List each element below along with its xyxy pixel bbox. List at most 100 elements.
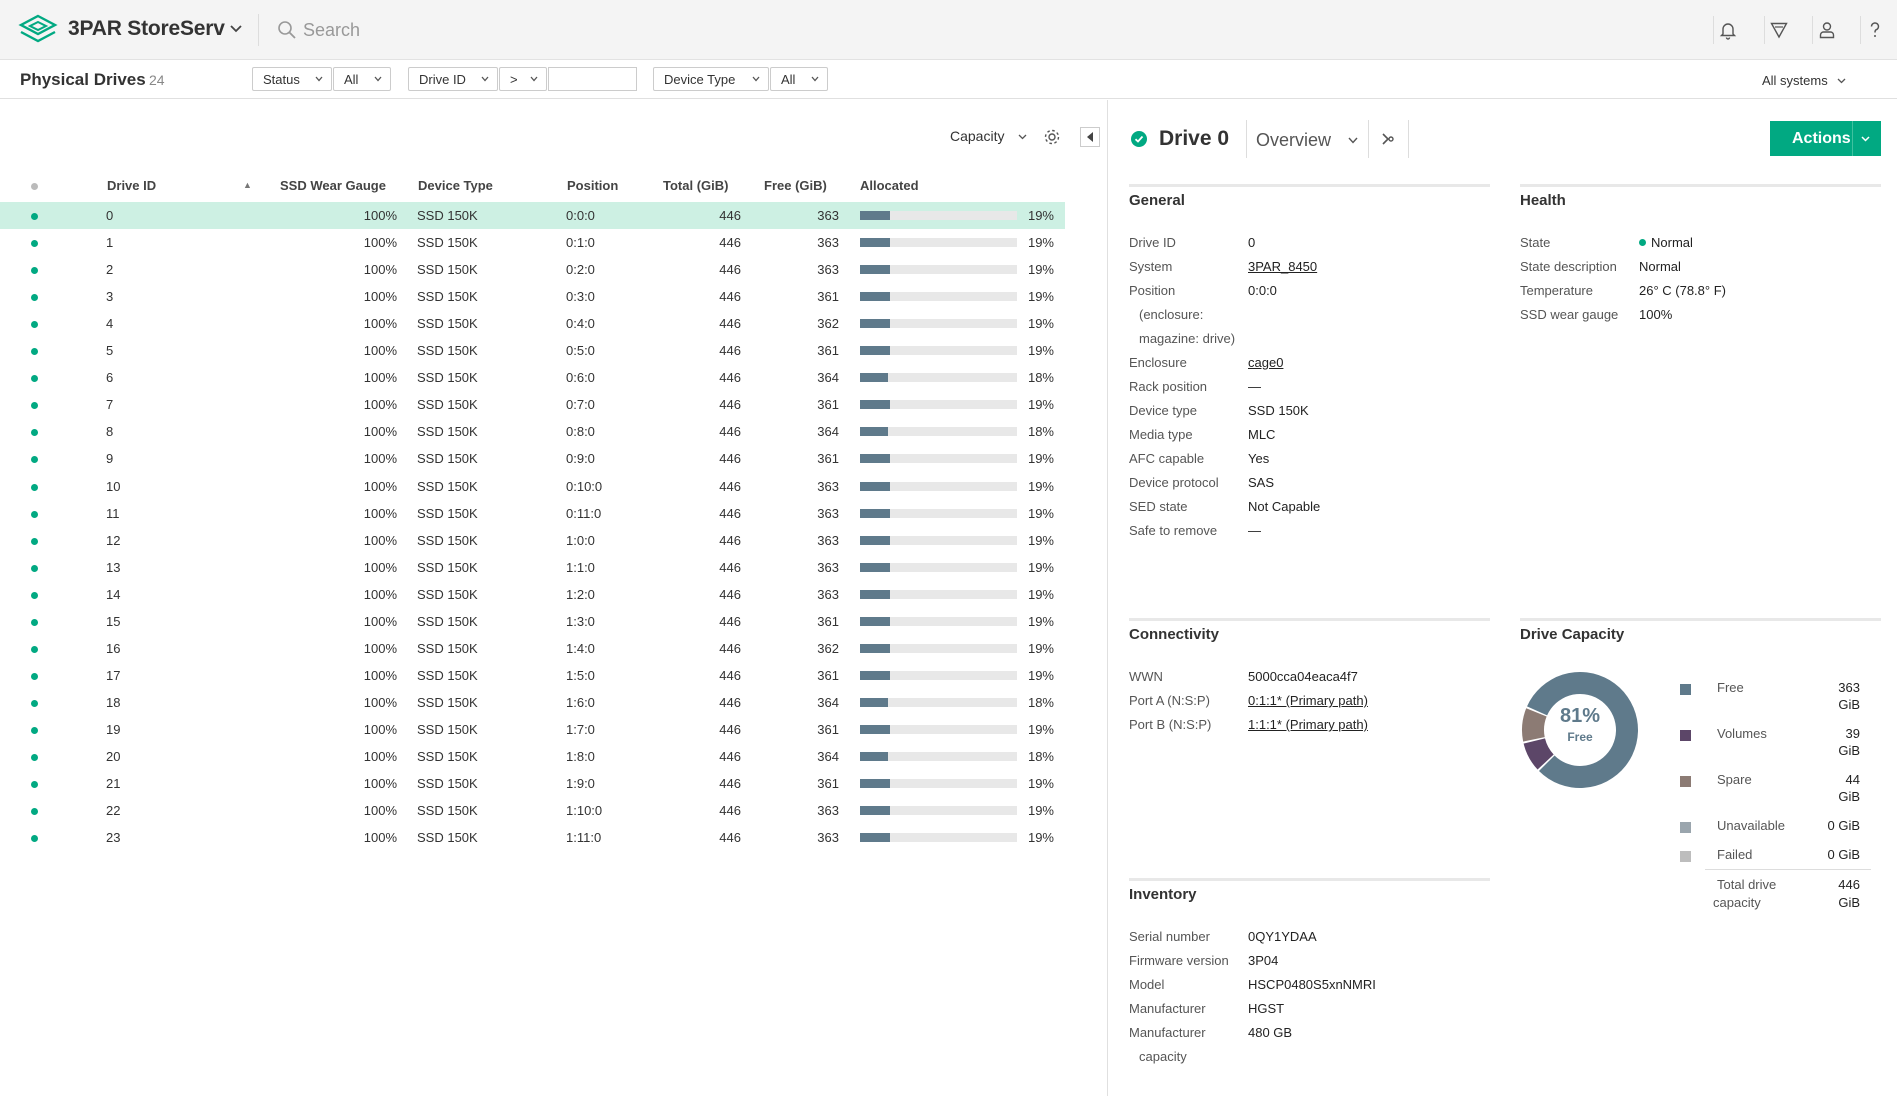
table-row[interactable]: 18 100% SSD 150K 1:6:0 446 364 18%: [0, 689, 1065, 716]
collapse-pane-button[interactable]: [1080, 127, 1100, 147]
chevron-down-icon[interactable]: [1348, 137, 1358, 144]
chevron-down-icon[interactable]: [1861, 136, 1870, 142]
chevron-down-icon: [811, 76, 819, 82]
chevron-down-icon[interactable]: [1837, 78, 1846, 84]
table-row[interactable]: 1 100% SSD 150K 0:1:0 446 363 19%: [0, 229, 1065, 256]
table-row[interactable]: 5 100% SSD 150K 0:5:0 446 361 19%: [0, 337, 1065, 364]
table-row[interactable]: 6 100% SSD 150K 0:6:0 446 364 18%: [0, 364, 1065, 391]
search-input[interactable]: [303, 16, 663, 44]
column-header-free[interactable]: Free (GiB): [764, 178, 827, 193]
table-row[interactable]: 19 100% SSD 150K 1:7:0 446 361 19%: [0, 716, 1065, 743]
status-value-select[interactable]: All: [333, 67, 391, 91]
property-link[interactable]: 3PAR_8450: [1248, 259, 1317, 274]
property-link[interactable]: 1:1:1* (Primary path): [1248, 717, 1368, 732]
table-row[interactable]: 2 100% SSD 150K 0:2:0 446 363 19%: [0, 256, 1065, 283]
table-row[interactable]: 17 100% SSD 150K 1:5:0 446 361 19%: [0, 662, 1065, 689]
cell-pos: 1:0:0: [566, 532, 595, 548]
user-button[interactable]: [1812, 16, 1840, 44]
app-title[interactable]: 3PAR StoreServ: [68, 17, 225, 41]
column-header-total[interactable]: Total (GiB): [663, 178, 728, 193]
sort-ascending-icon[interactable]: ▲: [243, 180, 252, 190]
gear-icon[interactable]: [1042, 127, 1062, 147]
notifications-button[interactable]: [1713, 16, 1741, 44]
allocated-bar-fill: [860, 481, 890, 491]
cell-wear: 100%: [363, 532, 397, 548]
table-row[interactable]: 16 100% SSD 150K 1:4:0 446 362 19%: [0, 635, 1065, 662]
detail-view-selector[interactable]: Overview: [1256, 130, 1331, 151]
table-row[interactable]: 0 100% SSD 150K 0:0:0 446 363 19%: [0, 202, 1065, 229]
systems-selector[interactable]: All systems: [1762, 73, 1828, 88]
filter-button[interactable]: [1764, 16, 1792, 44]
table-row[interactable]: 11 100% SSD 150K 0:11:0 446 363 19%: [0, 500, 1065, 527]
cell-wear: 100%: [363, 424, 397, 440]
status-value: All: [344, 71, 359, 87]
cell-free: 361: [817, 451, 839, 467]
legend-label: Spare: [1717, 772, 1752, 787]
status-normal-icon: [31, 294, 38, 302]
cell-id: 8: [106, 424, 114, 440]
allocated-bar-fill: [860, 346, 890, 356]
devicetype-filter-select[interactable]: Device Type: [653, 67, 769, 91]
devicetype-value-select[interactable]: All: [770, 67, 828, 91]
table-row[interactable]: 7 100% SSD 150K 0:7:0 446 361 19%: [0, 391, 1065, 418]
status-filter-select[interactable]: Status: [252, 67, 332, 91]
status-column-header[interactable]: [31, 183, 38, 190]
cell-alloc: 18%: [1027, 370, 1054, 386]
property-label: Drive ID: [1129, 235, 1176, 250]
cell-type: SSD 150K: [417, 721, 478, 737]
property-label: capacity: [1139, 1049, 1187, 1064]
cell-wear: 100%: [363, 451, 397, 467]
cell-free: 363: [817, 262, 839, 278]
table-row[interactable]: 13 100% SSD 150K 1:1:0 446 363 19%: [0, 554, 1065, 581]
topology-icon[interactable]: [1380, 131, 1396, 147]
driveid-value-input[interactable]: [548, 67, 637, 91]
help-button[interactable]: [1860, 16, 1888, 44]
cell-id: 20: [106, 749, 121, 764]
driveid-operator-select[interactable]: >: [499, 67, 547, 91]
allocated-bar: [860, 454, 1017, 464]
column-header-device-type[interactable]: Device Type: [418, 178, 493, 193]
status-normal-icon: [31, 267, 38, 275]
table-row[interactable]: 3 100% SSD 150K 0:3:0 446 361 19%: [0, 283, 1065, 310]
table-row[interactable]: 9 100% SSD 150K 0:9:0 446 361 19%: [0, 445, 1065, 472]
property-link[interactable]: 0:1:1* (Primary path): [1248, 693, 1368, 708]
cell-id: 18: [106, 694, 121, 710]
chevron-down-icon[interactable]: [228, 21, 244, 37]
property-label: Rack position: [1129, 379, 1208, 394]
allocated-bar-fill: [860, 454, 890, 464]
allocated-bar-fill: [860, 779, 890, 789]
table-row[interactable]: 8 100% SSD 150K 0:8:0 446 364 18%: [0, 418, 1065, 445]
chevron-down-icon[interactable]: [1018, 134, 1027, 140]
column-header-position[interactable]: Position: [567, 178, 618, 193]
cell-wear: 100%: [363, 586, 397, 602]
cell-alloc: 19%: [1027, 667, 1054, 683]
cell-id: 0: [106, 208, 114, 223]
hpe-storage-logo-icon[interactable]: [18, 13, 58, 47]
table-row[interactable]: 14 100% SSD 150K 1:2:0 446 363 19%: [0, 581, 1065, 608]
status-normal-icon: [31, 618, 38, 626]
property-link[interactable]: cage0: [1248, 355, 1283, 370]
cell-pos: 1:7:0: [566, 721, 595, 737]
cell-free: 361: [817, 667, 839, 683]
table-row[interactable]: 22 100% SSD 150K 1:10:0 446 363 19%: [0, 797, 1065, 824]
allocated-bar-fill: [860, 562, 890, 572]
cell-wear: 100%: [363, 694, 397, 710]
column-header-drive-id[interactable]: Drive ID: [107, 178, 156, 193]
table-row[interactable]: 10 100% SSD 150K 0:10:0 446 363 19%: [0, 473, 1065, 500]
table-row[interactable]: 15 100% SSD 150K 1:3:0 446 361 19%: [0, 608, 1065, 635]
status-normal-icon: [31, 726, 38, 734]
table-row[interactable]: 23 100% SSD 150K 1:11:0 446 363 19%: [0, 824, 1065, 851]
property-value: HGST: [1248, 1001, 1285, 1016]
status-normal-icon: [31, 240, 38, 248]
table-row[interactable]: 21 100% SSD 150K 1:9:0 446 361 19%: [0, 770, 1065, 797]
column-header-wear-gauge[interactable]: SSD Wear Gauge: [280, 178, 386, 193]
property-label: AFC capable: [1129, 451, 1205, 466]
table-row[interactable]: 4 100% SSD 150K 0:4:0 446 362 19%: [0, 310, 1065, 337]
cell-id: 23: [106, 830, 121, 846]
table-row[interactable]: 20 100% SSD 150K 1:8:0 446 364 18%: [0, 743, 1065, 770]
column-header-allocated[interactable]: Allocated: [860, 178, 919, 193]
list-view-selector[interactable]: Capacity: [950, 128, 1004, 144]
table-row[interactable]: 12 100% SSD 150K 1:0:0 446 363 19%: [0, 527, 1065, 554]
driveid-filter-select[interactable]: Drive ID: [408, 67, 498, 91]
legend-value: 0 GiB: [1827, 818, 1860, 833]
